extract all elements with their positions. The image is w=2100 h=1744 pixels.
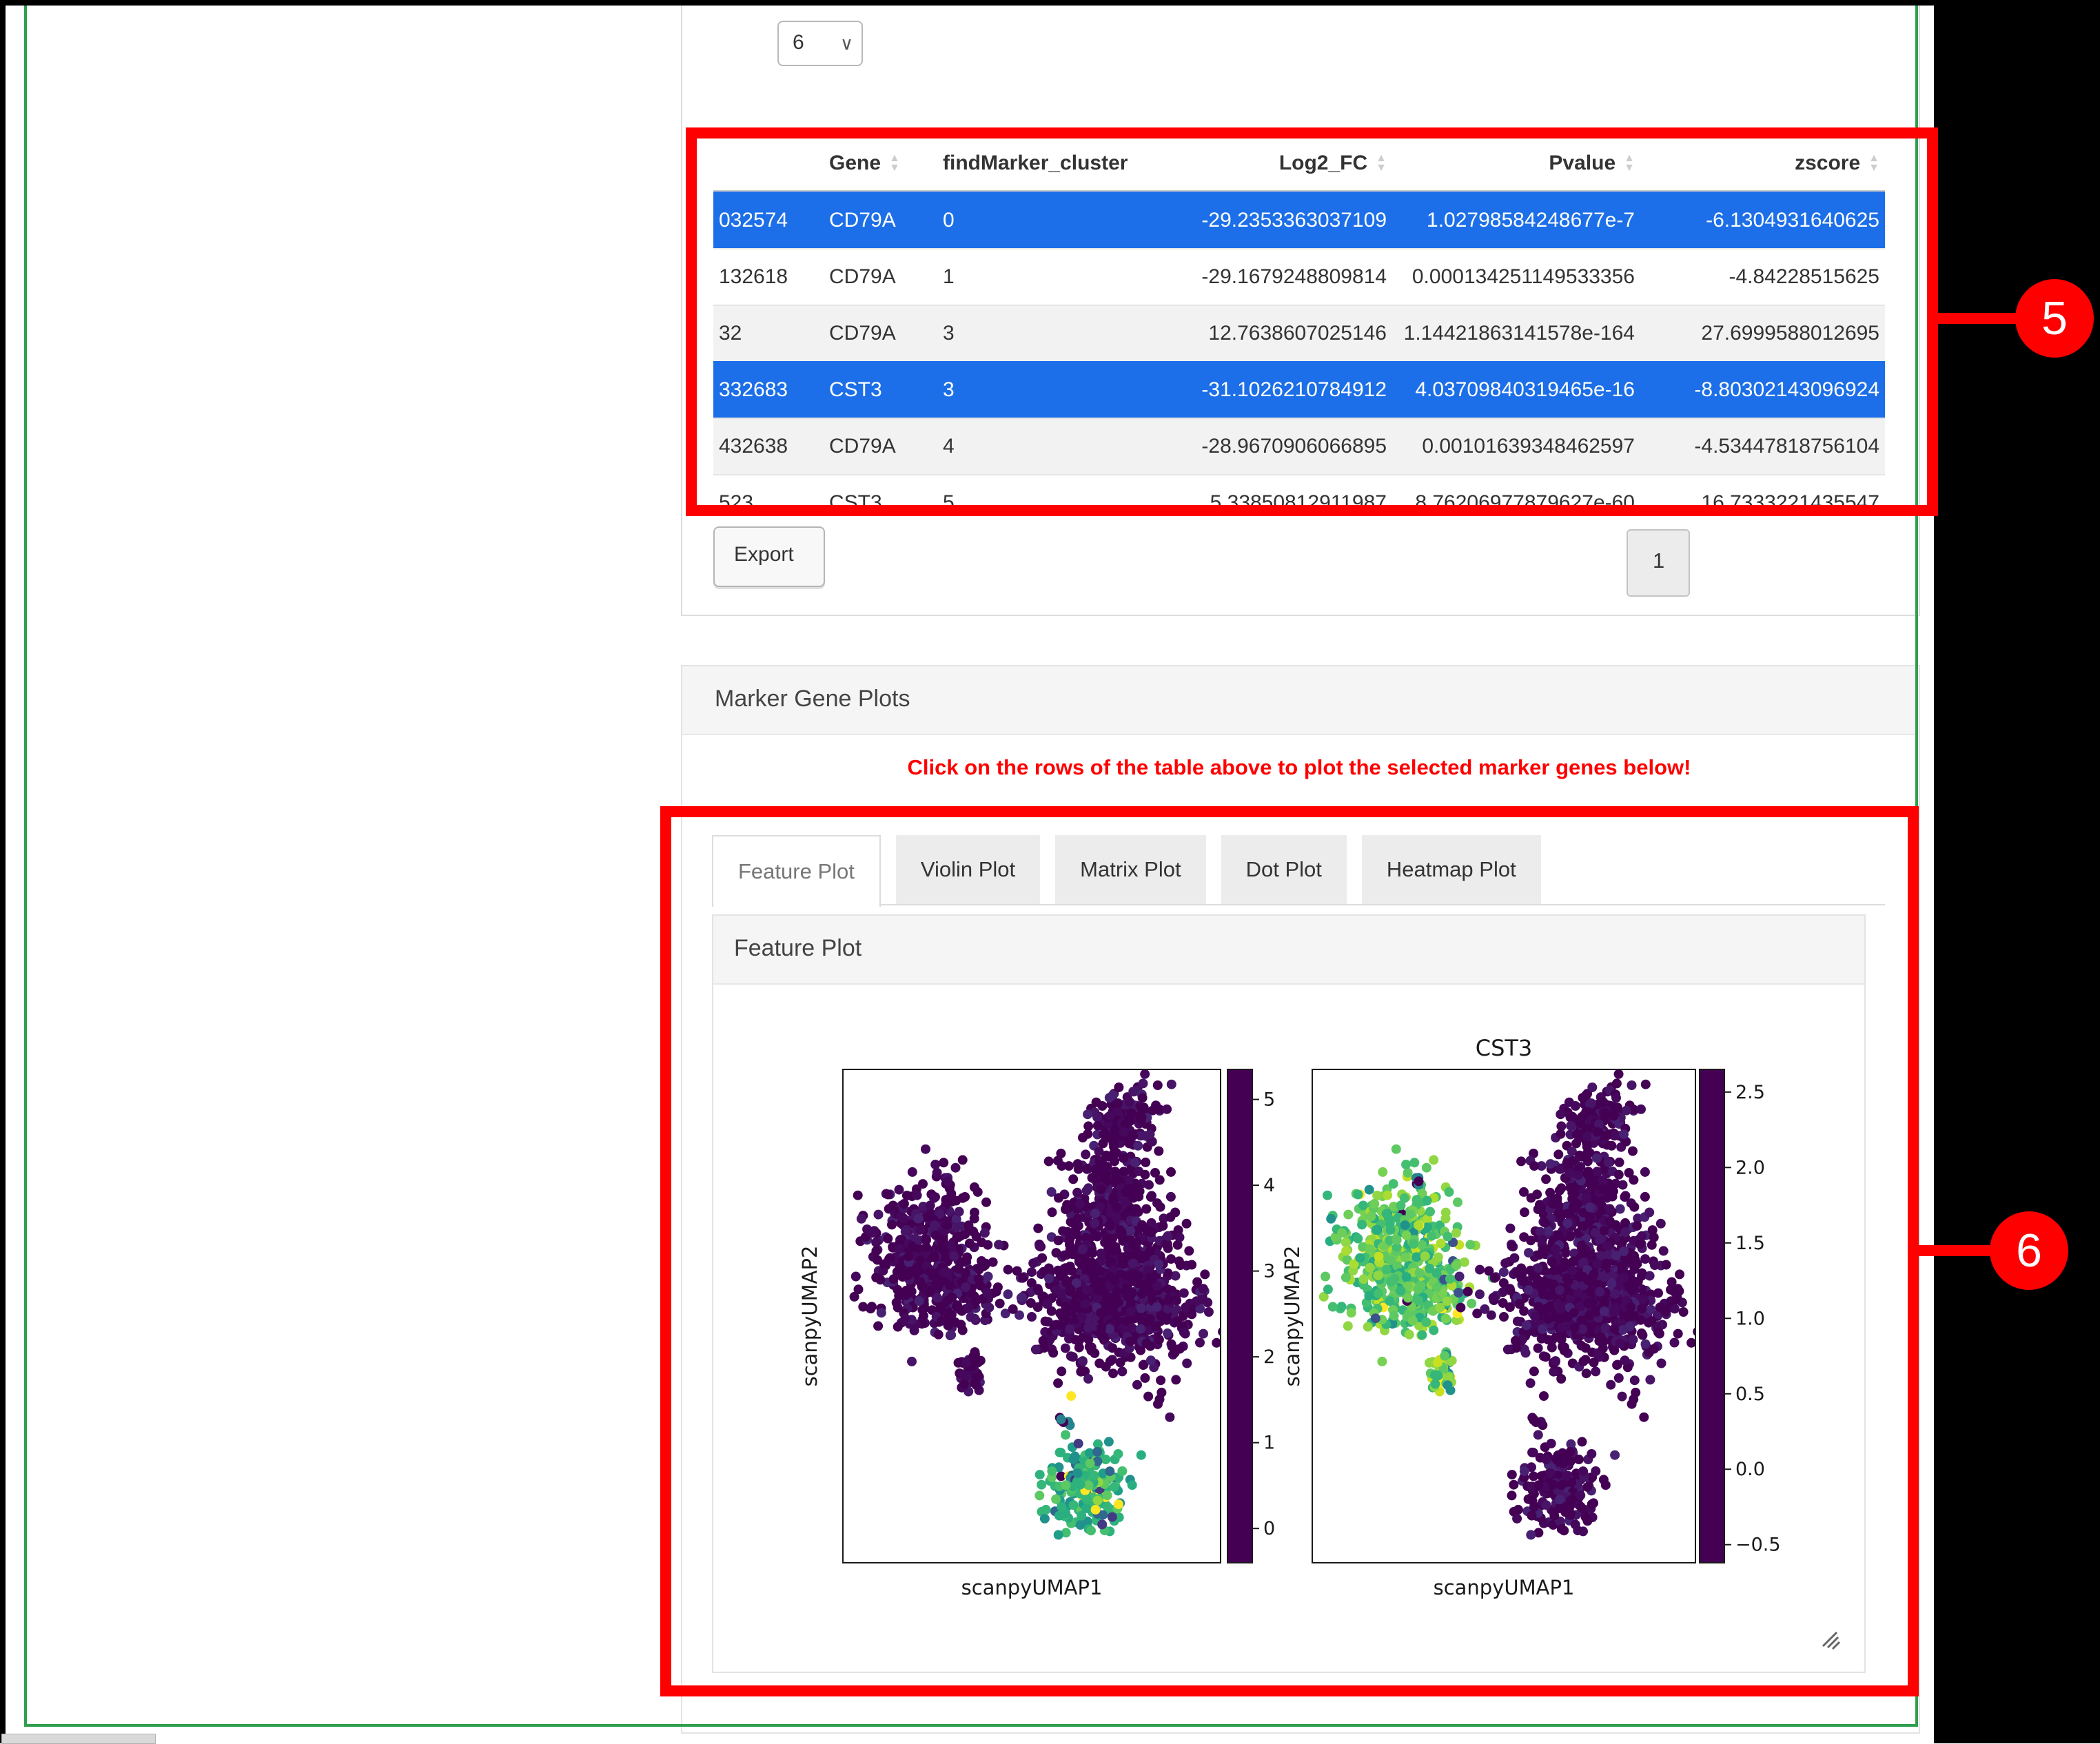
annotation-rect-plots	[660, 806, 1919, 1696]
right-black-region	[1934, 0, 2100, 1743]
window-left-edge	[0, 0, 6, 1743]
export-button-label: Export	[734, 543, 794, 566]
page-length-select[interactable]: 6 ∨	[777, 21, 863, 66]
annotation-badge-6: 6	[1990, 1211, 2068, 1290]
green-border-left	[24, 0, 27, 1727]
window-top-edge	[0, 0, 2100, 6]
export-button[interactable]: Export	[713, 526, 825, 587]
chevron-down-icon: ∨	[840, 33, 853, 54]
annotation-rect-table	[686, 127, 1938, 516]
annotation-line-5	[1937, 313, 2017, 324]
instruction-text: Click on the rows of the table above to …	[713, 755, 1885, 780]
horizontal-scrollbar-thumb[interactable]	[1, 1734, 156, 1744]
marker-gene-plots-header: Marker Gene Plots	[681, 665, 1917, 735]
pagination-page-1-label: 1	[1653, 548, 1664, 573]
pagination-page-1[interactable]: 1	[1627, 529, 1690, 597]
green-border-bottom	[24, 1724, 1918, 1727]
page-length-value: 6	[793, 31, 804, 54]
marker-gene-plots-title: Marker Gene Plots	[715, 686, 910, 712]
annotation-badge-5: 5	[2015, 279, 2094, 358]
annotation-line-6	[1917, 1245, 1992, 1256]
